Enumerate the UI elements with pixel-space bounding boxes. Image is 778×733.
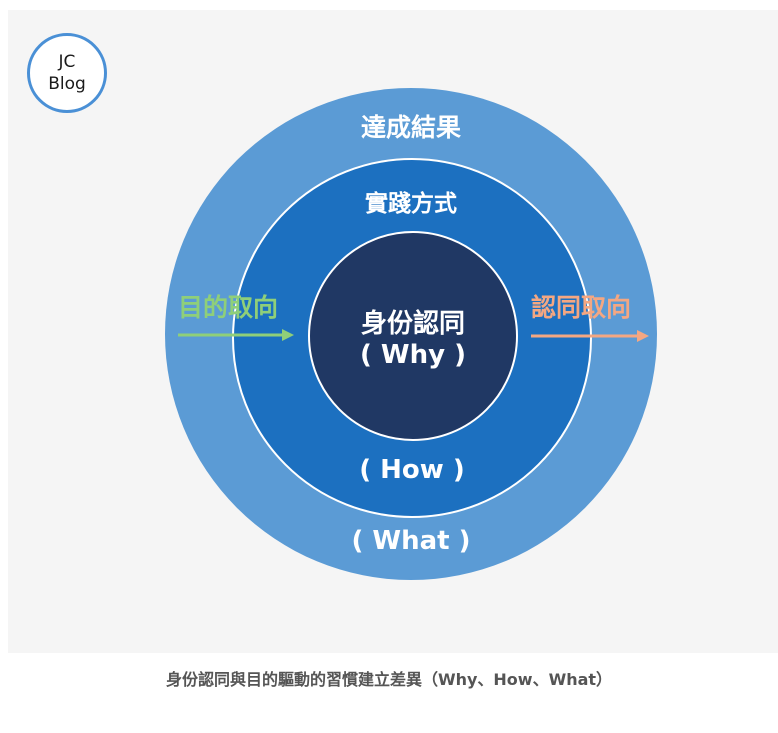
diagram-figure: JC Blog 達成結果 實踐方式 身份認同 ( Why ) ( How ) (… <box>8 10 778 653</box>
figure-caption: 身份認同與目的驅動的習慣建立差異（Why、How、What） <box>165 670 613 689</box>
left-arrow-icon <box>178 329 294 341</box>
right-arrow-icon <box>531 330 649 342</box>
arrows-layer <box>178 329 649 342</box>
